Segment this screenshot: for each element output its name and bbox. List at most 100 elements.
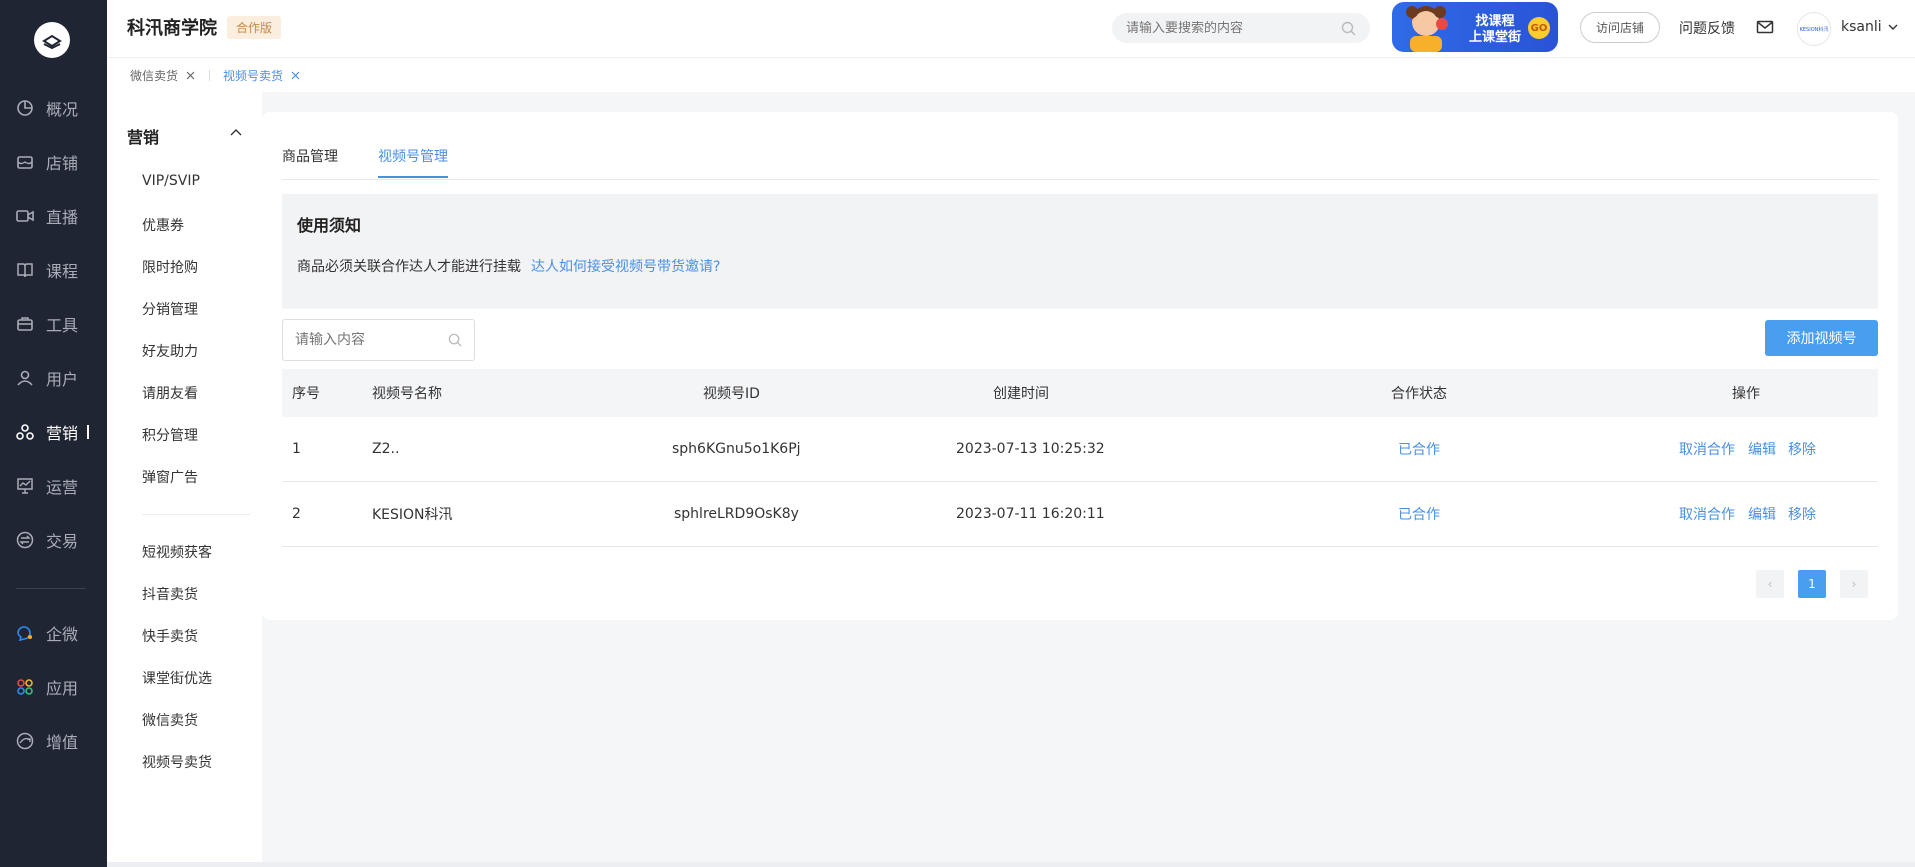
content-tabs: 商品管理 视频号管理: [282, 112, 1878, 180]
banner-text: 找课程 上课堂街: [1458, 14, 1532, 46]
sub-sidebar: 营销 VIP/SVIP 优惠券 限时抢购 分销管理 好友助力 请朋友看 积分管理…: [107, 92, 262, 867]
rail-item-tools[interactable]: 工具: [0, 304, 107, 344]
remove-button[interactable]: 移除: [1788, 439, 1816, 459]
edit-button[interactable]: 编辑: [1748, 439, 1776, 459]
rail-item-label: 直播: [46, 208, 79, 227]
rail-item-users[interactable]: 用户: [0, 358, 107, 398]
rail-item-label: 应用: [46, 679, 79, 698]
tab-product-management[interactable]: 商品管理: [282, 146, 338, 166]
wecom-icon: [14, 622, 36, 644]
sub-item-vip[interactable]: VIP/SVIP: [142, 173, 200, 189]
col-actions: 操作: [1732, 386, 1760, 402]
notice-help-link[interactable]: 达人如何接受视频号带货邀请?: [531, 259, 720, 275]
banner-line-2: 上课堂街: [1468, 30, 1521, 45]
sub-item-friend-help[interactable]: 好友助力: [142, 341, 198, 361]
promo-banner[interactable]: 找课程 上课堂街 GO: [1392, 2, 1558, 52]
rail-item-course[interactable]: 课程: [0, 250, 107, 290]
search-icon[interactable]: [448, 333, 462, 347]
app-logo[interactable]: [34, 22, 70, 58]
logo-icon: [42, 34, 62, 50]
col-index: 序号: [292, 386, 320, 402]
toolbox-icon: [14, 313, 36, 335]
rail-item-label: 用户: [46, 370, 79, 389]
rail-item-value-added[interactable]: 增值: [0, 721, 107, 761]
chevron-down-icon: [1888, 24, 1898, 30]
sub-item-douyin[interactable]: 抖音卖货: [142, 584, 198, 604]
avatar-text: KESION科汛: [1799, 26, 1829, 33]
notice-title: 使用须知: [297, 216, 362, 235]
rail-item-live[interactable]: 直播: [0, 196, 107, 236]
sub-item-flash-sale[interactable]: 限时抢购: [142, 257, 198, 277]
global-search[interactable]: [1112, 13, 1370, 43]
rail-item-operations[interactable]: 运营: [0, 466, 107, 506]
table-row: 2 KESION科汛 sphlreLRD9OsK8y 2023-07-11 16…: [282, 482, 1878, 547]
global-search-input[interactable]: [1126, 20, 1341, 36]
rail-item-label: 营销: [46, 424, 79, 443]
cartoon-girl-icon: [1406, 6, 1448, 52]
rail-item-label: 课程: [46, 262, 79, 281]
cancel-cooperation-button[interactable]: 取消合作: [1679, 439, 1735, 459]
rail-item-label: 工具: [46, 316, 79, 335]
presentation-icon: [14, 475, 36, 497]
video-camera-icon: [14, 205, 36, 227]
rail-item-label: 运营: [46, 478, 79, 497]
avatar[interactable]: KESION科汛: [1797, 12, 1831, 46]
rail-item-wecom[interactable]: 企微: [0, 613, 107, 653]
sub-item-popup-ads[interactable]: 弹窗广告: [142, 467, 198, 487]
rail-item-label: 交易: [46, 532, 79, 551]
sub-item-short-video[interactable]: 短视频获客: [142, 542, 212, 562]
sub-item-wechat-selling[interactable]: 微信卖货: [142, 710, 198, 730]
tab-channels-management[interactable]: 视频号管理: [378, 146, 448, 178]
row-status: 已合作: [1398, 507, 1440, 523]
chevron-up-icon[interactable]: [229, 126, 243, 140]
tab-separator: [209, 70, 210, 81]
add-channel-button[interactable]: 添加视频号: [1765, 320, 1878, 356]
mail-icon[interactable]: [1756, 18, 1774, 36]
user-menu[interactable]: ksanli: [1841, 19, 1898, 35]
rail-item-trade[interactable]: 交易: [0, 520, 107, 560]
left-nav-rail: 概况 店铺 直播 课程 工具 用户 营销 运营 交易 企微 应用 增值: [0, 0, 107, 867]
sub-item-ketangjie[interactable]: 课堂街优选: [142, 668, 212, 688]
table-search-input[interactable]: [295, 332, 448, 348]
channels-table: 序号 视频号名称 视频号ID 创建时间 合作状态 操作 1 Z2.. sph6K…: [282, 369, 1878, 547]
remove-button[interactable]: 移除: [1788, 504, 1816, 524]
rail-item-label: 店铺: [46, 154, 79, 173]
feedback-link[interactable]: 问题反馈: [1679, 18, 1735, 38]
search-icon[interactable]: [1341, 21, 1356, 36]
apps-icon: [14, 676, 36, 698]
rail-item-label: 概况: [46, 100, 79, 119]
sub-item-points[interactable]: 积分管理: [142, 425, 198, 445]
banner-line-1: 找课程: [1475, 14, 1515, 29]
sub-item-coupons[interactable]: 优惠券: [142, 215, 184, 235]
username: ksanli: [1841, 19, 1882, 35]
rail-item-overview[interactable]: 概况: [0, 88, 107, 128]
table-search[interactable]: [282, 319, 475, 361]
rail-item-store[interactable]: 店铺: [0, 142, 107, 182]
rail-item-marketing[interactable]: 营销: [0, 412, 107, 452]
page-tab-label: 微信卖货: [130, 69, 179, 83]
notice-body: 商品必须关联合作达人才能进行挂载: [297, 259, 521, 275]
close-icon[interactable]: [291, 71, 300, 80]
row-created: 2023-07-11 16:20:11: [956, 506, 1105, 522]
edit-button[interactable]: 编辑: [1748, 504, 1776, 524]
col-created: 创建时间: [993, 386, 1049, 402]
close-icon[interactable]: [186, 71, 195, 80]
sub-item-channels-selling[interactable]: 视频号卖货: [142, 752, 212, 772]
sub-item-kuaishou[interactable]: 快手卖货: [142, 626, 198, 646]
visit-store-button[interactable]: 访问店铺: [1580, 12, 1660, 43]
page-tab-wechat-selling[interactable]: 微信卖货: [130, 67, 195, 84]
rail-item-apps[interactable]: 应用: [0, 667, 107, 707]
active-indicator: [87, 425, 89, 439]
rail-divider: [16, 588, 86, 589]
store-icon: [14, 151, 36, 173]
cancel-cooperation-button[interactable]: 取消合作: [1679, 504, 1735, 524]
page-tab-channels-selling[interactable]: 视频号卖货: [223, 67, 300, 84]
pagination-page-1[interactable]: 1: [1798, 570, 1826, 598]
sub-sidebar-title[interactable]: 营销: [127, 124, 159, 148]
pagination-prev-button[interactable]: ‹: [1756, 570, 1784, 598]
sub-item-invite-friends[interactable]: 请朋友看: [142, 383, 198, 403]
row-index: 2: [292, 506, 301, 522]
sub-item-distribution[interactable]: 分销管理: [142, 299, 198, 319]
pagination-next-button[interactable]: ›: [1840, 570, 1868, 598]
pie-chart-icon: [14, 97, 36, 119]
